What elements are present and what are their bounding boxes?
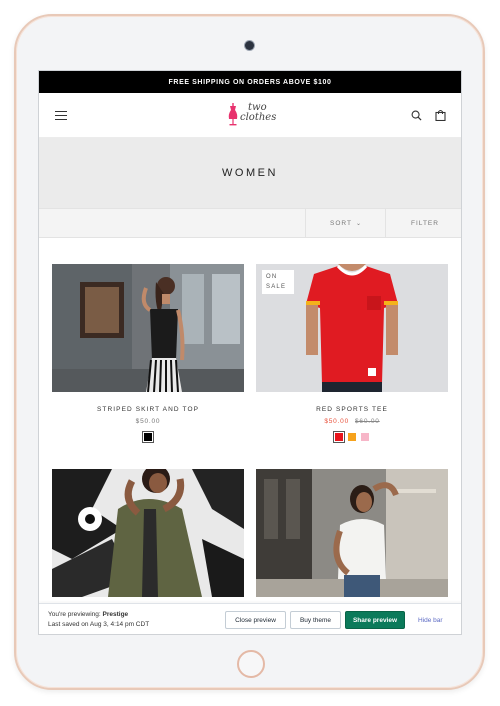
badge-line-2: SALE — [266, 284, 287, 290]
shopping-bag-icon[interactable] — [435, 109, 446, 121]
product-card[interactable]: STRIPED SKIRT AND TOP $50.00 — [52, 264, 244, 443]
chevron-down-icon: ⌄ — [355, 220, 362, 227]
badge-line-1: ON — [266, 274, 278, 280]
compare-at-price: $60.00 — [355, 418, 380, 425]
sort-button[interactable]: SORT ⌄ — [305, 209, 386, 237]
logo-line-2: clothes — [240, 112, 277, 123]
theme-name: Prestige — [102, 611, 129, 618]
product-image[interactable] — [52, 264, 244, 392]
close-preview-button[interactable]: Close preview — [225, 611, 286, 629]
color-swatches — [256, 431, 448, 443]
product-price: $50.00 — [135, 418, 161, 425]
site-header: two clothes — [39, 93, 461, 138]
product-image[interactable]: ON SALE — [256, 264, 448, 392]
buy-theme-button[interactable]: Buy theme — [290, 611, 341, 629]
product-title[interactable]: STRIPED SKIRT AND TOP — [52, 406, 244, 413]
product-price: $50.00 $60.00 — [256, 418, 448, 425]
color-swatch[interactable] — [361, 433, 369, 441]
product-image[interactable] — [256, 469, 448, 597]
color-swatch[interactable] — [333, 431, 345, 443]
search-icon[interactable] — [411, 110, 422, 121]
camera-icon — [245, 41, 254, 50]
product-title[interactable]: RED SPORTS TEE — [256, 406, 448, 413]
logo-wordmark: two clothes — [240, 103, 276, 123]
color-swatch[interactable] — [348, 433, 356, 441]
home-button[interactable] — [237, 650, 265, 678]
hide-bar-link[interactable]: Hide bar — [418, 611, 443, 629]
theme-preview-bar: You're previewing: Prestige Last saved o… — [39, 603, 461, 634]
sort-label: SORT — [330, 219, 352, 227]
color-swatch[interactable] — [142, 431, 154, 443]
product-card[interactable] — [256, 469, 448, 597]
store-logo[interactable]: two clothes — [227, 102, 283, 128]
previewing-label: You're previewing: — [48, 611, 101, 618]
storefront-screen: FREE SHIPPING ON ORDERS ABOVE $100 two c… — [38, 70, 462, 635]
product-grid: STRIPED SKIRT AND TOP $50.00 ON SALE RED… — [39, 238, 461, 634]
preview-info: You're previewing: Prestige Last saved o… — [48, 610, 149, 630]
product-card[interactable] — [52, 469, 244, 597]
sale-price: $50.00 — [324, 418, 349, 425]
product-image[interactable] — [52, 469, 244, 597]
product-card[interactable]: ON SALE RED SPORTS TEE $50.00 $60.00 — [256, 264, 448, 443]
share-preview-button[interactable]: Share preview — [345, 611, 405, 629]
announcement-bar: FREE SHIPPING ON ORDERS ABOVE $100 — [39, 71, 461, 93]
dress-form-icon — [228, 103, 238, 126]
color-swatches — [52, 431, 244, 443]
collection-toolbar: SORT ⌄ FILTER — [39, 208, 461, 238]
collection-title: WOMEN — [39, 138, 461, 208]
on-sale-badge: ON SALE — [262, 270, 294, 294]
last-saved-text: Last saved on Aug 3, 4:14 pm CDT — [48, 621, 150, 628]
hamburger-menu-icon[interactable] — [55, 111, 67, 120]
filter-button[interactable]: FILTER — [385, 209, 461, 237]
